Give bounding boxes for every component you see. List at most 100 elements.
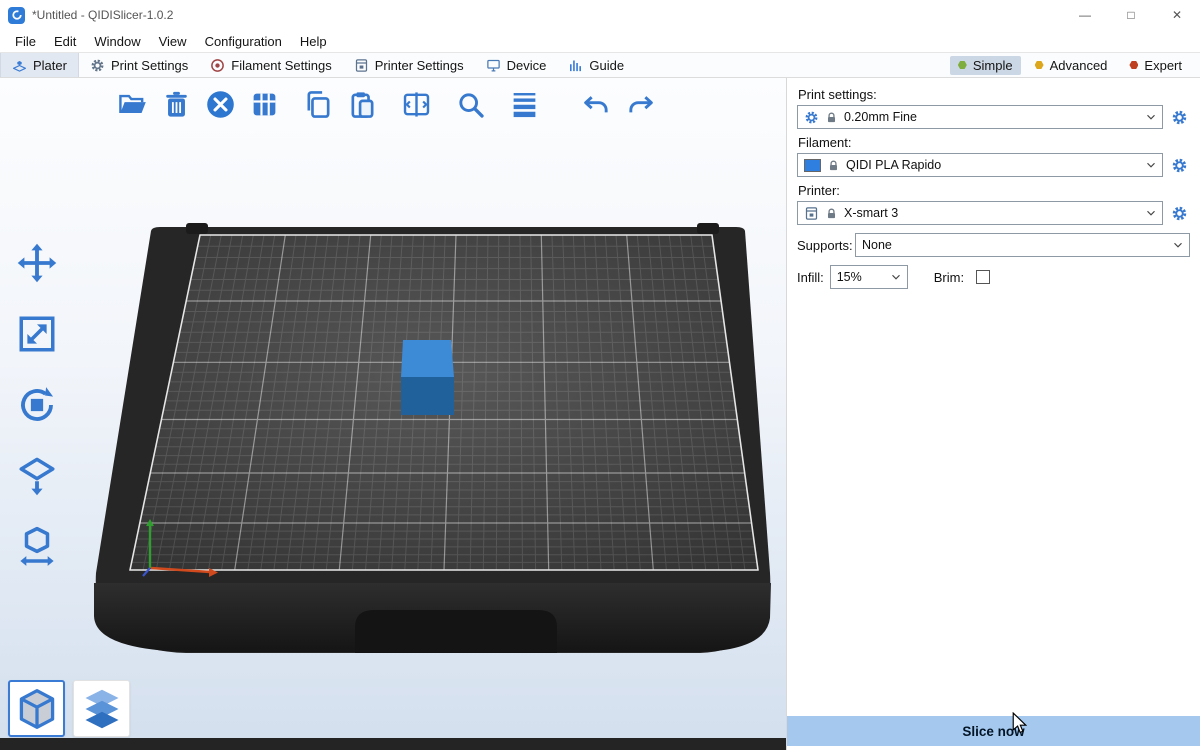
- undo-icon: [582, 90, 611, 119]
- slice-now-button[interactable]: Slice now: [787, 716, 1200, 746]
- bed-handle: [355, 610, 557, 653]
- titlebar: *Untitled - QIDISlicer-1.0.2 — □ ✕: [0, 0, 1200, 30]
- menu-file[interactable]: File: [6, 34, 45, 49]
- delete-button[interactable]: [156, 84, 196, 124]
- mode-expert[interactable]: Expert: [1121, 56, 1190, 75]
- move-tool-button[interactable]: [12, 238, 62, 288]
- mode-simple-label: Simple: [973, 58, 1013, 73]
- printer-gear-button[interactable]: [1168, 202, 1190, 224]
- printer-combo[interactable]: X-smart 3: [797, 201, 1163, 225]
- sidebar: Print settings: 0.20mm Fine Filament: QI…: [786, 78, 1200, 750]
- split-icon: [402, 90, 431, 119]
- printer-label: Printer:: [798, 183, 1190, 198]
- bed-clip-left: [186, 223, 208, 234]
- brim-checkbox[interactable]: [976, 270, 990, 284]
- model-cube[interactable]: [401, 340, 454, 415]
- split-button[interactable]: [396, 84, 436, 124]
- minimize-button[interactable]: —: [1062, 0, 1108, 30]
- layer-height-button[interactable]: [504, 84, 544, 124]
- model-cube-top: [401, 340, 454, 377]
- mode-expert-label: Expert: [1144, 58, 1182, 73]
- layer-height-icon: [510, 90, 539, 119]
- supports-combo[interactable]: None: [855, 233, 1190, 257]
- tab-plater[interactable]: Plater: [0, 53, 79, 77]
- tab-device[interactable]: Device: [475, 53, 558, 77]
- editor-view-icon: [15, 687, 59, 731]
- preview-view-button[interactable]: [73, 680, 130, 737]
- gear-icon: [1171, 109, 1188, 126]
- maximize-button[interactable]: □: [1108, 0, 1154, 30]
- tab-print-settings[interactable]: Print Settings: [79, 53, 199, 77]
- main-area: Print settings: 0.20mm Fine Filament: QI…: [0, 78, 1200, 750]
- chevron-down-icon: [1144, 206, 1158, 220]
- viewport-left-toolbar: [12, 238, 62, 572]
- lock-icon: [825, 207, 838, 220]
- app-logo-icon: [8, 7, 25, 24]
- scale-tool-button[interactable]: [12, 309, 62, 359]
- search-button[interactable]: [450, 84, 490, 124]
- filament-color-swatch: [804, 159, 821, 172]
- tab-bar: Plater Print Settings Filament Settings …: [0, 52, 1200, 78]
- paste-button[interactable]: [342, 84, 382, 124]
- chevron-down-icon: [1144, 110, 1158, 124]
- arrange-button[interactable]: [244, 84, 284, 124]
- tab-printer-settings[interactable]: Printer Settings: [343, 53, 475, 77]
- print-settings-combo[interactable]: 0.20mm Fine: [797, 105, 1163, 129]
- tab-guide-label: Guide: [589, 58, 624, 73]
- open-button[interactable]: [112, 84, 152, 124]
- tab-filament-settings[interactable]: Filament Settings: [199, 53, 342, 77]
- tab-device-label: Device: [507, 58, 547, 73]
- infill-combo[interactable]: 15%: [830, 265, 908, 289]
- viewport-top-toolbar: [112, 84, 664, 124]
- simple-mode-dot-icon: [958, 61, 967, 70]
- copy-button[interactable]: [298, 84, 338, 124]
- arrange-icon: [250, 90, 279, 119]
- window-controls: — □ ✕: [1062, 0, 1200, 30]
- open-icon: [118, 90, 147, 119]
- move-icon: [16, 242, 58, 284]
- editor-view-button[interactable]: [8, 680, 65, 737]
- scene-canvas: [0, 78, 786, 750]
- menu-help[interactable]: Help: [291, 34, 336, 49]
- supports-label: Supports:: [797, 238, 849, 253]
- menu-window[interactable]: Window: [85, 34, 149, 49]
- menu-view[interactable]: View: [150, 34, 196, 49]
- menu-bar: File Edit Window View Configuration Help: [0, 30, 1200, 52]
- print-settings-gear-button[interactable]: [1168, 106, 1190, 128]
- menu-edit[interactable]: Edit: [45, 34, 85, 49]
- chevron-down-icon: [1171, 238, 1185, 252]
- rotate-tool-button[interactable]: [12, 380, 62, 430]
- undo-button[interactable]: [576, 84, 616, 124]
- window-title: *Untitled - QIDISlicer-1.0.2: [32, 8, 173, 22]
- redo-icon: [626, 90, 655, 119]
- measure-tool-button[interactable]: [12, 522, 62, 572]
- mode-advanced[interactable]: Advanced: [1027, 56, 1116, 75]
- place-on-face-tool-button[interactable]: [12, 451, 62, 501]
- delete-all-button[interactable]: [200, 84, 240, 124]
- filament-label: Filament:: [798, 135, 1190, 150]
- delete-all-icon: [206, 90, 235, 119]
- qidislicer-window: *Untitled - QIDISlicer-1.0.2 — □ ✕ File …: [0, 0, 1200, 750]
- mode-simple[interactable]: Simple: [950, 56, 1021, 75]
- mode-selector: Simple Advanced Expert: [950, 53, 1200, 77]
- expert-mode-dot-icon: [1129, 61, 1138, 70]
- device-monitor-icon: [486, 58, 501, 73]
- chevron-down-icon: [889, 270, 903, 284]
- print-settings-value: 0.20mm Fine: [844, 110, 1138, 124]
- tab-guide[interactable]: Guide: [557, 53, 635, 77]
- rotate-icon: [16, 384, 58, 426]
- tab-plater-label: Plater: [33, 58, 67, 73]
- filament-value: QIDI PLA Rapido: [846, 158, 1138, 172]
- close-button[interactable]: ✕: [1154, 0, 1200, 30]
- menu-configuration[interactable]: Configuration: [196, 34, 291, 49]
- filament-gear-button[interactable]: [1168, 154, 1190, 176]
- 3d-viewport[interactable]: [0, 78, 786, 750]
- print-settings-label: Print settings:: [798, 87, 1190, 102]
- place-on-face-icon: [16, 455, 58, 497]
- filament-combo[interactable]: QIDI PLA Rapido: [797, 153, 1163, 177]
- search-icon: [456, 90, 485, 119]
- redo-button[interactable]: [620, 84, 660, 124]
- copy-icon: [304, 90, 333, 119]
- printer-icon: [354, 58, 369, 73]
- chevron-down-icon: [1144, 158, 1158, 172]
